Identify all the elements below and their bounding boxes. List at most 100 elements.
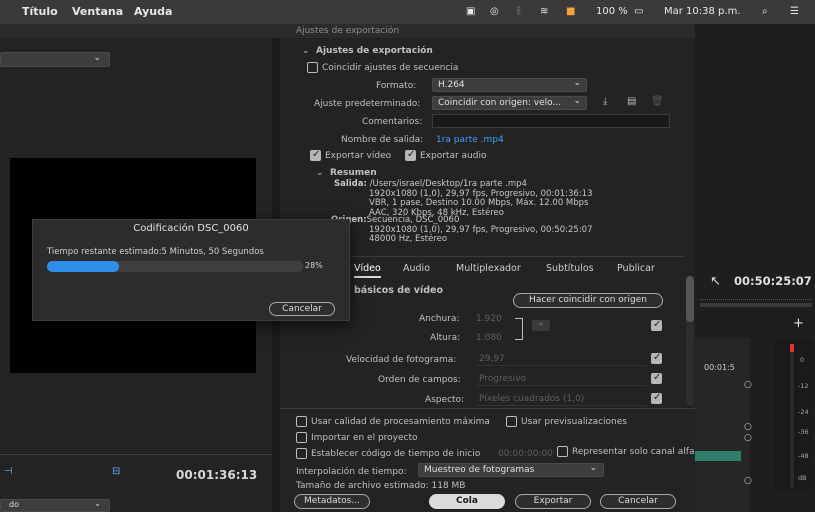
summary-title: Resumen bbox=[330, 168, 377, 178]
preset-dropdown[interactable]: Coincidir con origen: velo... ⌄ bbox=[432, 96, 587, 110]
audio-clip[interactable] bbox=[695, 451, 741, 461]
encoding-title: Codificación DSC_0060 bbox=[133, 223, 249, 234]
list-icon[interactable]: ☰ bbox=[790, 6, 799, 17]
aspect-label: Aspecto: bbox=[425, 395, 465, 405]
marker-icon[interactable]: ⊣ bbox=[4, 466, 13, 477]
max-quality-checkbox[interactable] bbox=[296, 416, 307, 427]
collapse-icon[interactable]: ⌄ bbox=[316, 168, 324, 178]
keyframe-icon[interactable]: ○ bbox=[744, 380, 752, 390]
tab-multiplexer[interactable]: Multiplexador bbox=[456, 263, 521, 274]
section-title: Ajustes de exportación bbox=[316, 46, 433, 56]
keyframe-icon[interactable]: ○ bbox=[744, 476, 752, 486]
field-order-dropdown[interactable]: Progresivo bbox=[476, 372, 646, 386]
size-match-checkbox[interactable] bbox=[651, 319, 662, 331]
wrench-icon[interactable]: ↖ bbox=[710, 274, 721, 289]
flag-icon[interactable]: ■ bbox=[566, 6, 575, 17]
search-icon[interactable]: ⌕ bbox=[762, 6, 768, 17]
summary-output: Salida: /Users/israel/Desktop/1ra parte … bbox=[334, 179, 593, 218]
time-ruler[interactable] bbox=[700, 292, 812, 300]
add-icon[interactable]: + bbox=[793, 316, 804, 331]
alpha-only-checkbox[interactable] bbox=[557, 446, 568, 457]
alpha-only-label-clip: Representar solo canal alfa bbox=[572, 447, 695, 459]
aspect-dropdown[interactable]: Píxeles cuadrados (1,0) bbox=[476, 392, 646, 406]
use-previews-checkbox[interactable] bbox=[506, 416, 517, 427]
battery-icon[interactable]: ▭ bbox=[634, 6, 643, 17]
tab-publish[interactable]: Publicar bbox=[617, 263, 655, 274]
chevron-down-icon: ⌄ bbox=[589, 463, 597, 473]
timeline-timecode: 00:01:5 bbox=[704, 363, 735, 372]
export-video-label: Exportar vídeo bbox=[325, 151, 392, 161]
zoom-bar[interactable] bbox=[700, 303, 812, 307]
framerate-dropdown[interactable]: 29,97 bbox=[476, 352, 646, 366]
match-source-button[interactable]: Hacer coincidir con origen bbox=[513, 293, 663, 308]
export-video-checkbox[interactable] bbox=[310, 149, 321, 161]
field-order-label: Orden de campos: bbox=[378, 375, 461, 385]
save-preset-icon[interactable]: ⤓ bbox=[603, 96, 607, 107]
format-label: Formato: bbox=[376, 81, 417, 91]
creative-cloud-icon[interactable]: ◎ bbox=[490, 6, 499, 17]
summary-source-line: 48000 Hz, Estéreo bbox=[369, 234, 448, 244]
preset-value: Coincidir con origen: velo... bbox=[438, 98, 562, 108]
chevron-down-icon: ⌄ bbox=[573, 96, 581, 106]
menu-ventana[interactable]: Ventana bbox=[72, 5, 123, 18]
summary-source-line: Secuencia, DSC_0060 bbox=[366, 215, 460, 225]
comments-label: Comentarios: bbox=[362, 117, 423, 127]
match-sequence-checkbox[interactable] bbox=[307, 62, 318, 73]
output-name-link[interactable]: 1ra parte .mp4 bbox=[436, 135, 504, 145]
metadata-button[interactable]: Metadatos... bbox=[294, 494, 370, 509]
source-dropdown[interactable]: ⌄ bbox=[0, 52, 110, 67]
screen-icon[interactable]: ▣ bbox=[466, 6, 475, 17]
queue-button[interactable]: Cola bbox=[429, 494, 505, 509]
meter-bar bbox=[790, 352, 794, 488]
collapse-icon[interactable]: ⌄ bbox=[302, 46, 310, 56]
comments-input[interactable] bbox=[432, 114, 670, 128]
wifi-icon[interactable]: ≋ bbox=[540, 6, 548, 17]
menu-titulo[interactable]: Título bbox=[22, 5, 58, 18]
import-project-label: Importar en el proyecto bbox=[311, 433, 418, 443]
field-order-match-checkbox[interactable] bbox=[651, 372, 662, 384]
interp-dropdown[interactable]: Muestreo de fotogramas ⌄ bbox=[418, 463, 604, 477]
tab-audio[interactable]: Audio bbox=[403, 263, 430, 274]
link-icon[interactable]: ∞ bbox=[532, 320, 550, 331]
format-value: H.264 bbox=[438, 80, 465, 90]
menu-bar: Título Ventana Ayuda ▣ ◎ ᛒ ≋ ■ 100 % ▭ M… bbox=[0, 0, 815, 24]
summary-output-label: Salida: bbox=[334, 179, 367, 189]
bottom-dropdown-label: do bbox=[9, 500, 19, 509]
menu-ayuda[interactable]: Ayuda bbox=[134, 5, 172, 18]
start-timecode-checkbox[interactable] bbox=[296, 448, 307, 459]
export-button[interactable]: Exportar bbox=[515, 494, 591, 509]
scrollbar-thumb[interactable] bbox=[686, 276, 694, 322]
scrollbar[interactable] bbox=[686, 276, 694, 406]
aspect-match-checkbox[interactable] bbox=[651, 392, 662, 404]
bottom-dropdown[interactable]: do ⌄ bbox=[0, 499, 110, 512]
meter-tick: 0 bbox=[800, 356, 805, 364]
fit-icon[interactable]: ⊟ bbox=[112, 466, 120, 477]
framerate-match-checkbox[interactable] bbox=[651, 352, 662, 364]
encoding-cancel-button[interactable]: Cancelar bbox=[269, 302, 335, 316]
tab-video[interactable]: Vídeo bbox=[354, 263, 381, 278]
tab-subtitles[interactable]: Subtítulos bbox=[546, 263, 594, 274]
divider bbox=[280, 408, 695, 409]
match-sequence-label: Coincidir ajustes de secuencia bbox=[322, 63, 459, 73]
width-value[interactable]: 1.920 bbox=[476, 314, 502, 324]
encoding-dialog: Codificación DSC_0060 Tiempo restante es… bbox=[32, 219, 350, 321]
start-timecode-value[interactable]: 00:00:00:00 bbox=[498, 449, 553, 459]
delete-preset-icon[interactable]: 🗑 bbox=[651, 96, 664, 107]
height-value[interactable]: 1.080 bbox=[476, 333, 502, 343]
export-audio-checkbox[interactable] bbox=[405, 149, 416, 161]
keyframe-icon[interactable]: ○ bbox=[744, 433, 752, 443]
bluetooth-icon[interactable]: ᛒ bbox=[516, 6, 522, 17]
clock[interactable]: Mar 10:38 p.m. bbox=[664, 6, 741, 17]
link-bracket bbox=[515, 318, 523, 340]
keyframe-icon[interactable]: ○ bbox=[744, 422, 752, 432]
cancel-button[interactable]: Cancelar bbox=[600, 494, 676, 509]
height-label: Altura: bbox=[430, 333, 461, 343]
audio-meter: 0 -12 -24 -36 -48 dB bbox=[774, 340, 812, 490]
progress-fill bbox=[47, 261, 119, 272]
progress-bar bbox=[47, 261, 303, 272]
format-dropdown[interactable]: H.264 ⌄ bbox=[432, 78, 587, 92]
import-preset-icon[interactable]: ▤ bbox=[627, 96, 636, 107]
meter-tick: -36 bbox=[798, 428, 809, 436]
battery-percent[interactable]: 100 % bbox=[596, 6, 628, 17]
import-project-checkbox[interactable] bbox=[296, 432, 307, 443]
